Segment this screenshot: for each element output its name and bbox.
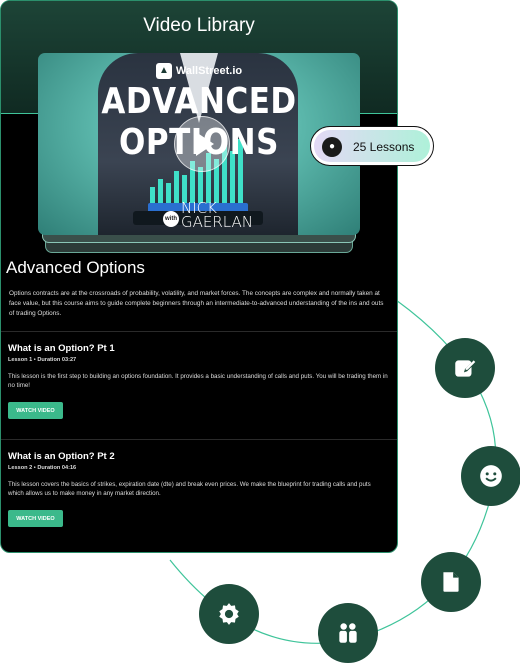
community-feature-button[interactable] [318, 603, 378, 663]
lesson-meta: Lesson 2 • Duration 04:16 [8, 465, 77, 471]
lesson-description: This lesson is the first step to buildin… [8, 373, 388, 389]
course-title: Advanced Options [6, 258, 145, 277]
divider [1, 331, 397, 332]
presenter-name: NICK GAERLAN [181, 201, 253, 231]
watch-video-button[interactable]: WATCH VIDEO [8, 510, 63, 527]
presenter-last-name: GAERLAN [181, 213, 253, 231]
lesson-description: This lesson covers the basics of strikes… [8, 481, 371, 497]
feedback-feature-button[interactable] [461, 446, 520, 506]
lesson-title: What is an Option? Pt 2 [8, 451, 115, 462]
course-description: Options contracts are at the crossroads … [9, 290, 384, 317]
lesson-meta: Lesson 1 • Duration 03:27 [8, 357, 77, 363]
lessons-count-label: 25 Lessons [353, 140, 415, 154]
gear-icon [219, 603, 239, 625]
lesson-title: What is an Option? Pt 1 [8, 343, 115, 354]
file-icon [443, 572, 459, 592]
with-badge: with [163, 211, 179, 227]
video-library-card: Video Library ▲ WallStreet.io ADVANCED OP… [0, 0, 398, 553]
edit-feature-button[interactable] [435, 338, 495, 398]
bull-icon: ▲ [155, 63, 172, 79]
brand-name: WallStreet.io [175, 64, 243, 77]
page-title: Video Library [143, 15, 255, 36]
users-icon [339, 623, 357, 643]
lessons-count-badge: ● 25 Lessons [310, 126, 434, 166]
disc-icon: ● [322, 137, 342, 157]
play-icon[interactable] [174, 116, 230, 172]
edit-icon [455, 360, 476, 377]
divider [1, 439, 397, 440]
brand-logo: ▲ WallStreet.io [38, 63, 360, 79]
settings-feature-button[interactable] [199, 584, 259, 644]
watch-video-button[interactable]: WATCH VIDEO [8, 402, 63, 419]
smile-icon [480, 465, 502, 487]
document-feature-button[interactable] [421, 552, 481, 612]
